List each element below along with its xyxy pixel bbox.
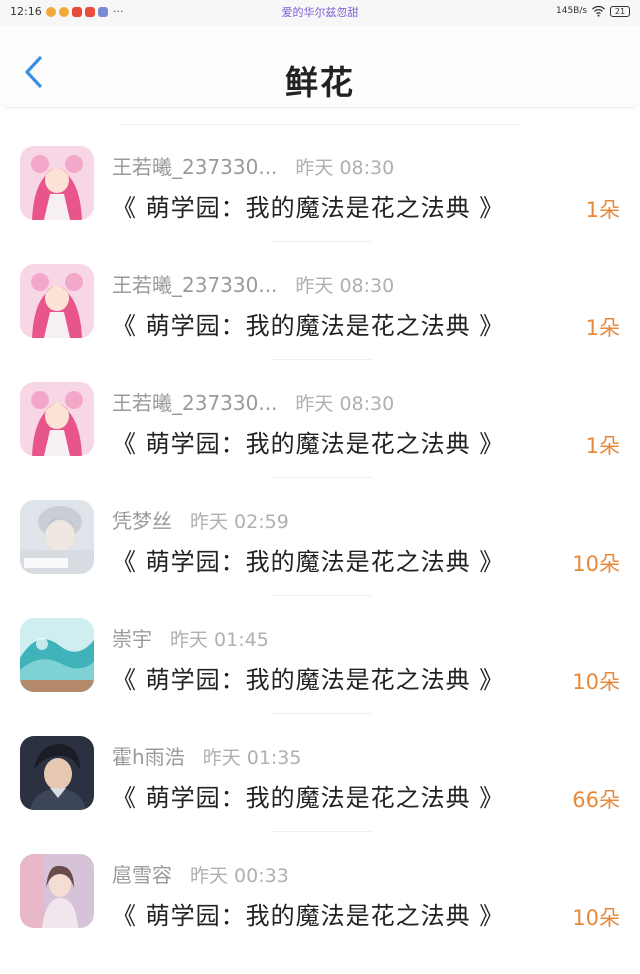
user-name[interactable]: 王若曦_237330... [112,387,277,416]
book-title[interactable]: 《 萌学园：我的魔法是花之法典 》 [112,896,504,931]
name-row: 凭梦丝 昨天 02:59 [112,505,289,534]
name-row: 扈雪容 昨天 00:33 [112,859,289,888]
avatar[interactable] [20,146,94,220]
timestamp: 昨天 01:35 [202,747,302,769]
user-name[interactable]: 崇宇 [112,623,152,652]
battery-icon: 21 [610,6,630,17]
avatar[interactable] [20,264,94,338]
book-title[interactable]: 《 萌学园：我的魔法是花之法典 》 [112,306,504,341]
user-name[interactable]: 扈雪容 [112,859,172,888]
timestamp: 昨天 01:45 [170,629,269,651]
book-title[interactable]: 《 萌学园：我的魔法是花之法典 》 [112,778,504,813]
flower-count: 10朵 [572,552,620,576]
name-row: 王若曦_237330... 昨天 08:30 [112,151,394,180]
avatar[interactable] [20,854,94,928]
list-item[interactable]: 王若曦_237330... 昨天 08:30 《 萌学园：我的魔法是花之法典 》… [0,360,640,478]
flower-count: 1朵 [585,198,620,222]
flower-count: 10朵 [572,670,620,694]
avatar[interactable] [20,618,94,692]
avatar[interactable] [20,736,94,810]
list-item[interactable]: 王若曦_237330... 昨天 08:30 《 萌学园：我的魔法是花之法典 》… [0,242,640,360]
user-name[interactable]: 王若曦_237330... [112,151,277,180]
list-item[interactable]: 扈雪容 昨天 00:33 《 萌学园：我的魔法是花之法典 》 10朵 [0,832,640,950]
name-row: 王若曦_237330... 昨天 08:30 [112,269,394,298]
timestamp: 昨天 08:30 [295,393,395,415]
avatar[interactable] [20,382,94,456]
network-speed: 145B/s [556,6,588,16]
timestamp: 昨天 08:30 [295,275,395,297]
wifi-icon [592,5,605,17]
book-title[interactable]: 《 萌学园：我的魔法是花之法典 》 [112,660,504,695]
timestamp: 昨天 02:59 [190,511,289,533]
list-item[interactable]: 王若曦_237330... 昨天 08:30 《 萌学园：我的魔法是花之法典 》… [0,124,640,242]
user-name[interactable]: 霍h雨浩 [112,741,185,770]
page-title: 鲜花 [285,63,355,102]
flower-count: 1朵 [585,316,620,340]
user-name[interactable]: 凭梦丝 [112,505,172,534]
timestamp: 昨天 00:33 [190,865,289,887]
book-title[interactable]: 《 萌学园：我的魔法是花之法典 》 [112,542,504,577]
book-title[interactable]: 《 萌学园：我的魔法是花之法典 》 [112,424,504,459]
flower-count: 66朵 [572,788,620,812]
flower-count: 1朵 [585,434,620,458]
user-name[interactable]: 王若曦_237330... [112,269,277,298]
list-item[interactable]: 凭梦丝 昨天 02:59 《 萌学园：我的魔法是花之法典 》 10朵 [0,478,640,596]
status-bar: 12:16 ··· 爱的华尔兹忽甜 145B/s 21 [0,0,640,26]
name-row: 霍h雨浩 昨天 01:35 [112,741,301,770]
header: 鲜花 [0,26,640,108]
book-title[interactable]: 《 萌学园：我的魔法是花之法典 》 [112,188,504,223]
name-row: 崇宇 昨天 01:45 [112,623,269,652]
avatar[interactable] [20,500,94,574]
name-row: 王若曦_237330... 昨天 08:30 [112,387,394,416]
list-item[interactable]: 崇宇 昨天 01:45 《 萌学园：我的魔法是花之法典 》 10朵 [0,596,640,714]
notification-text: 爱的华尔兹忽甜 [281,6,359,19]
timestamp: 昨天 08:30 [295,157,395,179]
list-item[interactable]: 霍h雨浩 昨天 01:35 《 萌学园：我的魔法是花之法典 》 66朵 [0,714,640,832]
flower-count: 10朵 [572,906,620,930]
